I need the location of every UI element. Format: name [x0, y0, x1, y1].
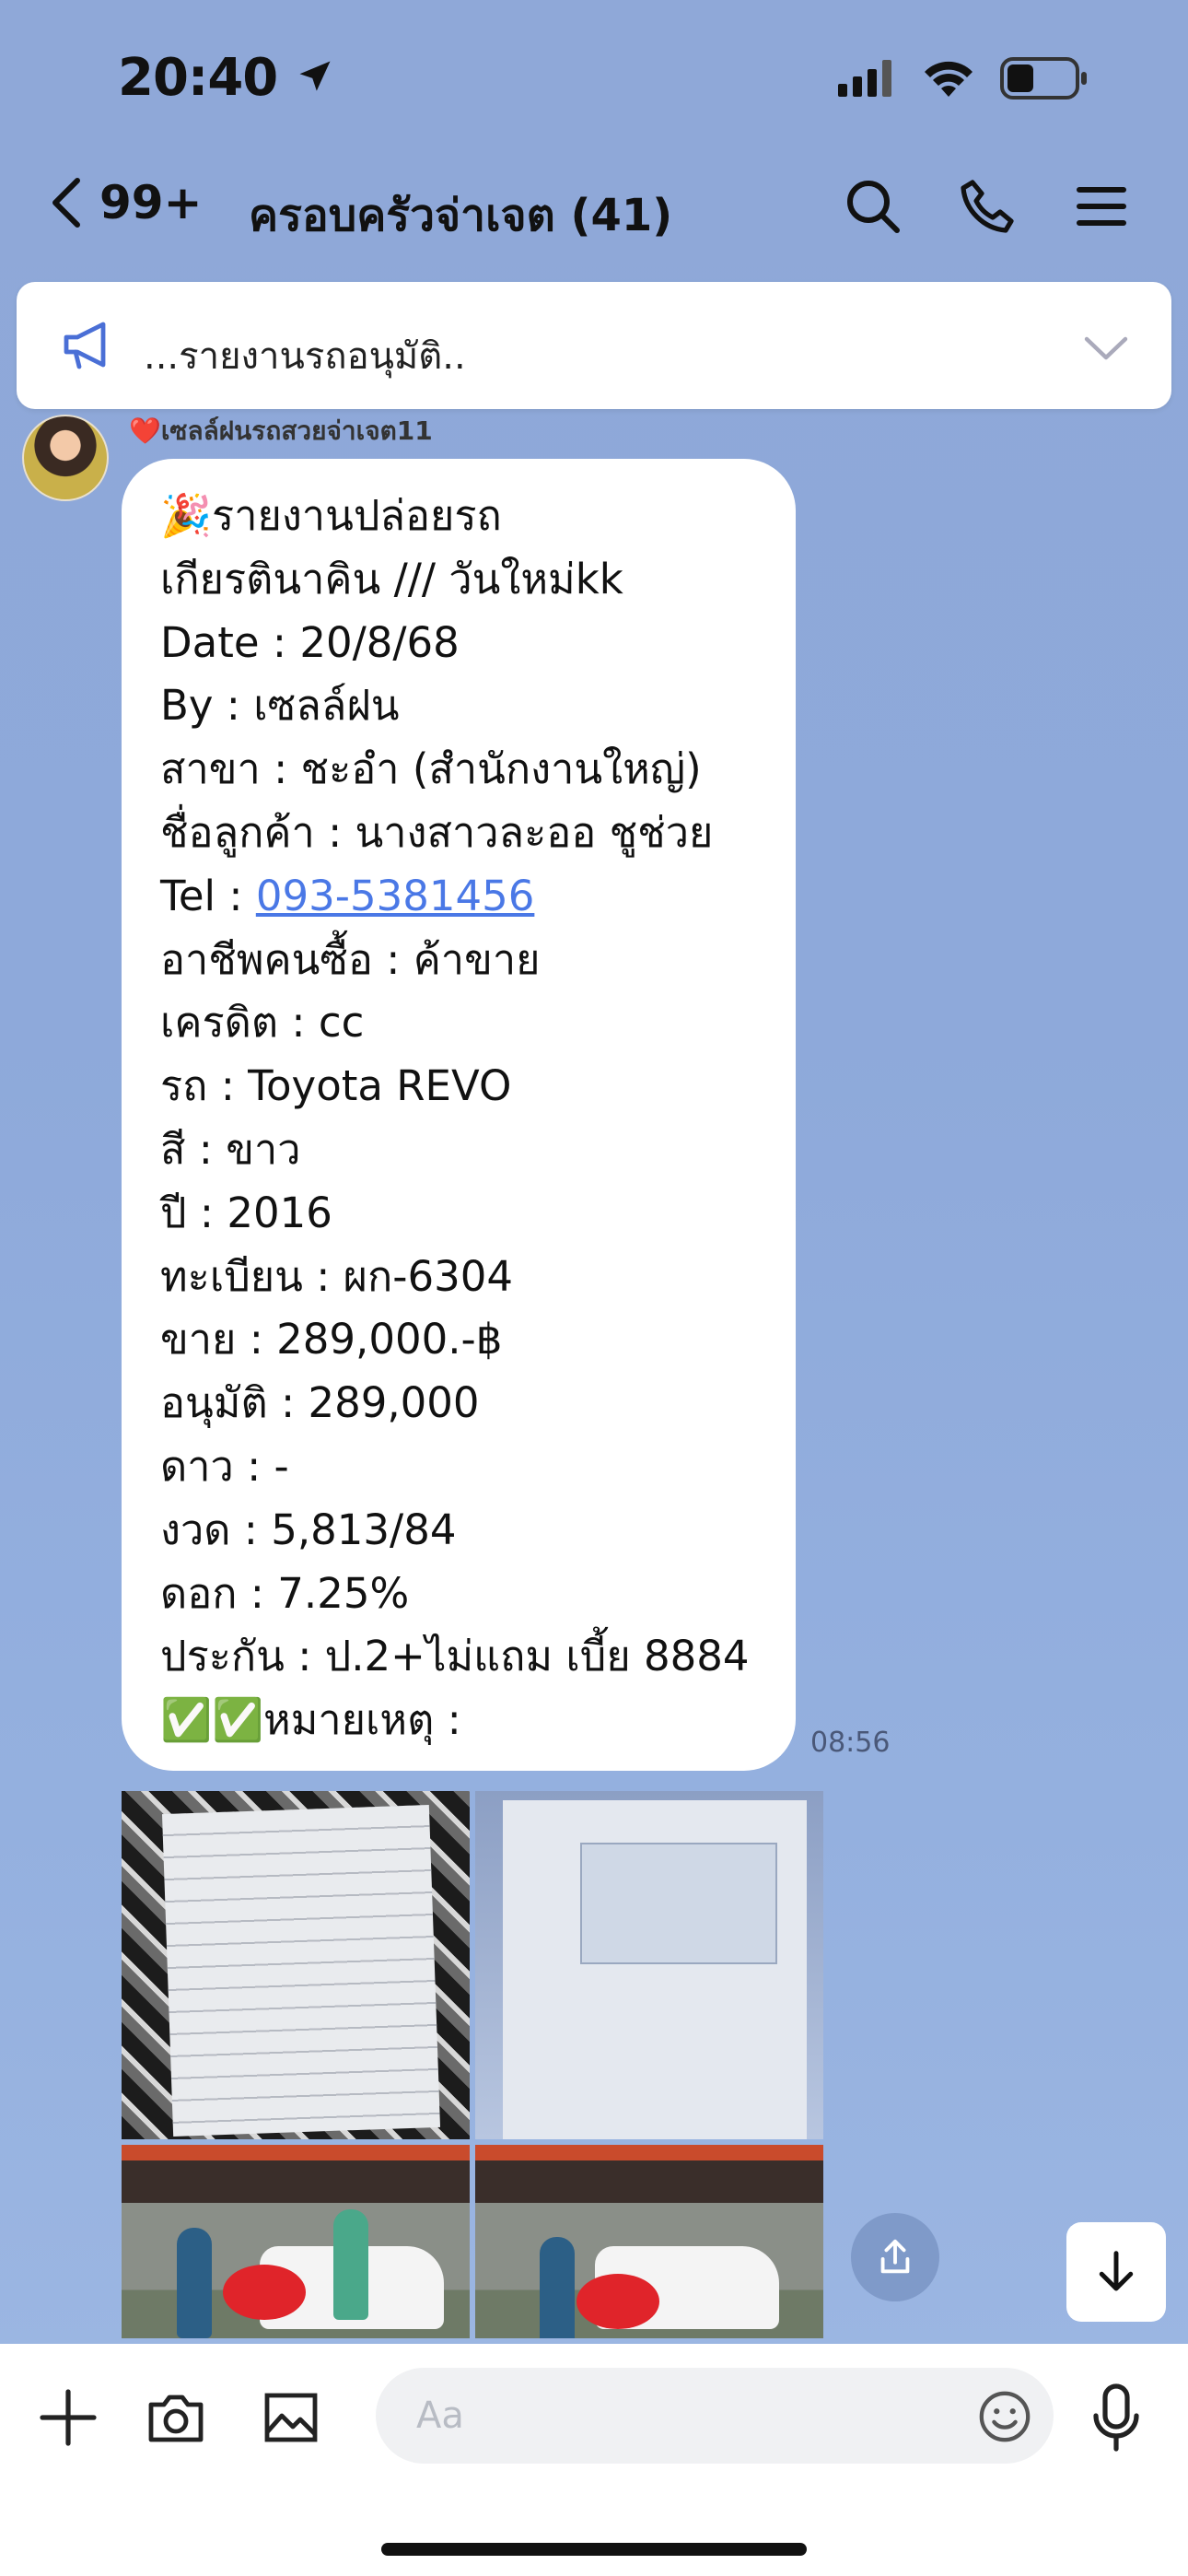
back-button[interactable]: 99+ [48, 175, 202, 230]
message-line: เครดิต : cc [160, 998, 365, 1048]
message-input[interactable] [376, 2368, 1054, 2464]
message-line: ✅✅หมายเหตุ : [160, 1695, 461, 1745]
message-line-tel: Tel : 093-5381456 [160, 865, 750, 929]
chat-title[interactable]: ครอบครัวจ่าเจต (41) [249, 181, 672, 251]
sender-name: ❤️เซลล์ฝนรถสวยจ่าเจต11 [129, 416, 433, 446]
message-line: ปี : 2016 [160, 1188, 332, 1237]
avatar[interactable] [22, 415, 109, 501]
status-time: 20:40 [118, 48, 335, 108]
search-icon [847, 181, 900, 233]
megaphone-icon [64, 322, 106, 369]
emoji-button[interactable] [976, 2388, 1033, 2449]
message-line: งวด : 5,813/84 [160, 1505, 457, 1554]
microphone-icon [1093, 2383, 1139, 2452]
photo-document[interactable] [122, 1791, 470, 2139]
camera-button[interactable] [146, 2388, 206, 2451]
tel-label: Tel : [160, 871, 256, 920]
message-line: By : เซลล์ฝน [160, 681, 400, 731]
scroll-to-bottom-button[interactable] [1066, 2222, 1166, 2322]
unread-count: 99+ [99, 176, 203, 229]
add-button[interactable] [39, 2388, 98, 2451]
phone-icon [961, 180, 1014, 233]
message-line: 🎉รายงานปล่อยรถ [160, 491, 502, 540]
search-button[interactable] [844, 177, 903, 240]
menu-button[interactable] [1072, 177, 1131, 240]
message-line: ชื่อลูกค้า : นางสาวละออ ชูช่วย [160, 807, 714, 857]
photo-id-card[interactable] [475, 1791, 823, 2139]
message-line: เกียรตินาคิน /// วันใหม่kk [160, 554, 623, 603]
message-line: ดาว : - [160, 1441, 289, 1491]
message-line: ประกัน : ป.2+ไม่แถม เบี้ย 8884 [160, 1632, 750, 1681]
message-line: สี : ขาว [160, 1124, 301, 1174]
clock: 20:40 [118, 48, 278, 108]
wifi-icon [925, 61, 973, 97]
photo-delivery[interactable] [122, 2145, 470, 2338]
phone-link[interactable]: 093-5381456 [256, 872, 535, 920]
call-button[interactable] [958, 177, 1017, 240]
message-time: 08:56 [810, 1727, 891, 1759]
chevron-down-icon[interactable] [1083, 328, 1129, 365]
plus-icon [40, 2389, 97, 2446]
microphone-button[interactable] [1090, 2381, 1142, 2458]
message-line: อนุมัติ : 289,000 [160, 1378, 480, 1428]
menu-icon [1077, 187, 1126, 226]
photo-delivery[interactable] [475, 2145, 823, 2338]
battery-icon [1000, 57, 1087, 100]
message-line: Date : 20/8/68 [160, 617, 460, 667]
signal-icon [838, 60, 891, 97]
message-line: อาชีพคนซื้อ : ค้าขาย [160, 934, 541, 984]
message-line: ทะเบียน : ผก-6304 [160, 1251, 514, 1301]
message-line: รถ : Toyota REVO [160, 1061, 512, 1111]
home-indicator [381, 2543, 807, 2556]
status-indicators [838, 57, 1089, 100]
announcement-banner[interactable]: ...รายงานรถอนุมัติ.. [17, 282, 1171, 409]
gallery-button[interactable] [262, 2388, 320, 2451]
message-bubble[interactable]: 🎉รายงานปล่อยรถ เกียรตินาคิน /// วันใหม่k… [122, 459, 796, 1771]
chevron-left-icon [52, 178, 80, 228]
image-icon [264, 2393, 318, 2442]
camera-icon [148, 2395, 204, 2442]
arrow-down-icon [1099, 2251, 1134, 2291]
location-arrow-icon [299, 61, 331, 91]
share-button[interactable] [851, 2213, 939, 2301]
message-line: ดอก : 7.25% [160, 1568, 410, 1618]
emoji-icon [979, 2391, 1031, 2442]
message-line: สาขา : ชะอำ (สำนักงานใหญ่) [160, 744, 702, 794]
share-icon [880, 2239, 910, 2274]
announcement-text: ...รายงานรถอนุมัติ.. [144, 335, 466, 378]
message-text: 🎉รายงานปล่อยรถ เกียรตินาคิน /// วันใหม่k… [160, 485, 750, 1752]
message-line: ขาย : 289,000.-฿ [160, 1315, 503, 1364]
